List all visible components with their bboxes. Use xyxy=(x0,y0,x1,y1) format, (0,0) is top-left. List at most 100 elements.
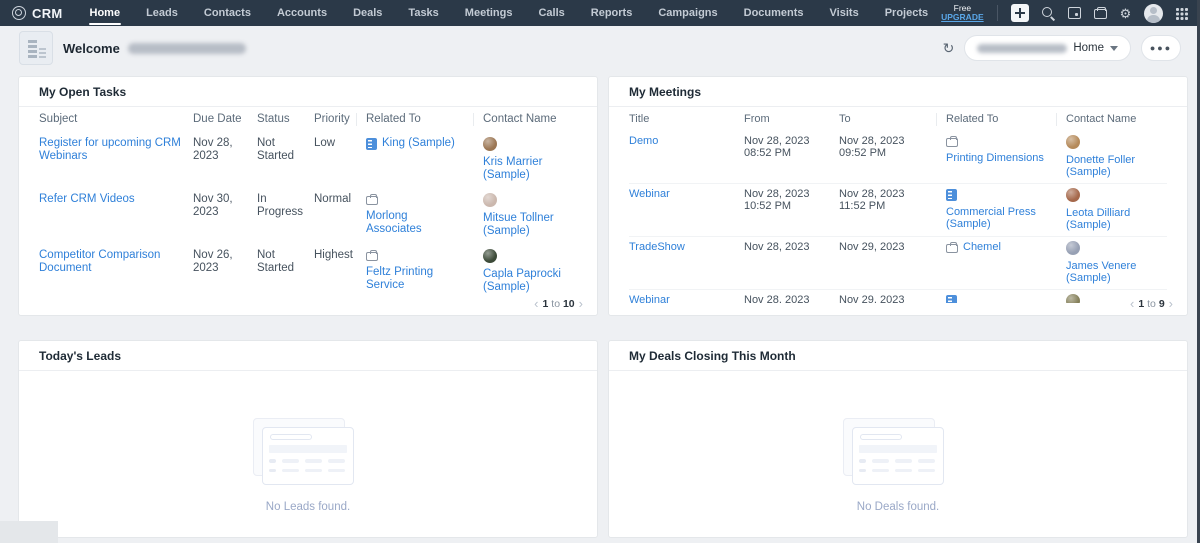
refresh-icon[interactable]: ↻ xyxy=(943,41,955,55)
record-link[interactable]: TradeShow xyxy=(629,241,685,253)
text-cell: Not Started xyxy=(257,248,295,274)
company-building-icon xyxy=(19,31,53,65)
next-page-icon[interactable]: › xyxy=(1169,297,1173,310)
empty-state-illustration xyxy=(253,418,354,485)
related-link[interactable]: King (Sample) xyxy=(382,137,455,150)
settings-gear-icon[interactable]: ⚙ xyxy=(1120,7,1132,20)
next-page-icon[interactable]: › xyxy=(579,297,583,310)
building-icon xyxy=(366,137,377,150)
text-cell: In Progress xyxy=(257,192,304,218)
contact-link[interactable]: Kris Marrier (Sample) xyxy=(483,156,567,182)
contact-avatar xyxy=(1066,240,1080,255)
related-to-cell: Feltz Printing Service xyxy=(356,249,473,292)
text-cell: Nov 28, 2023 08:52 PM xyxy=(744,134,810,160)
related-to-cell: King (Sample) xyxy=(356,137,473,150)
view-suffix: Home xyxy=(1073,42,1104,54)
text-cell: Normal xyxy=(314,192,352,205)
calendar-icon[interactable] xyxy=(1067,7,1081,19)
nav-item-calls[interactable]: Calls xyxy=(525,0,577,26)
nav-item-meetings[interactable]: Meetings xyxy=(452,0,526,26)
my-open-tasks-panel: My Open Tasks Subject Due Date Status Prior… xyxy=(18,76,598,316)
contact-cell: Kris Marrier (Sample) xyxy=(473,136,577,182)
prev-page-icon[interactable]: ‹ xyxy=(534,297,538,310)
panel-title: My Deals Closing This Month xyxy=(609,341,1187,371)
nav-item-campaigns[interactable]: Campaigns xyxy=(645,0,730,26)
brand-name: CRM xyxy=(32,5,63,21)
my-meetings-panel: My Meetings Title From To Related To Contact… xyxy=(608,76,1188,316)
text-cell: Nov 28, 2023 xyxy=(193,136,233,162)
related-link[interactable]: Morlong Associates xyxy=(366,210,463,236)
apps-grid-icon[interactable] xyxy=(1176,8,1187,19)
related-to-cell: Chemel xyxy=(936,241,1056,254)
column-header: Related To xyxy=(356,113,473,126)
table-row: Webinar Nov 28, 2023 10:52 PM Nov 28, 2023… xyxy=(629,184,1167,237)
column-header: Title xyxy=(629,113,650,125)
related-link[interactable]: Commercial Press (Sample) xyxy=(946,206,1046,231)
subject-cell: Competitor Comparison Document xyxy=(39,249,193,275)
text-cell: Nov 29, 2023 xyxy=(839,240,905,253)
prev-page-icon[interactable]: ‹ xyxy=(1130,297,1134,310)
contact-link[interactable]: Mitsue Tollner (Sample) xyxy=(483,212,567,238)
text-cell: Nov 28, 2023 xyxy=(744,240,810,253)
nav-item-home[interactable]: Home xyxy=(77,0,134,26)
open-tasks-table: Subject Due Date Status Priority Related To C… xyxy=(19,107,597,303)
briefcase-icon xyxy=(946,135,958,147)
nav-item-documents[interactable]: Documents xyxy=(731,0,817,26)
crm-dashboard: CRM Home Leads Contacts Accounts Deals Tasks M… xyxy=(0,0,1200,543)
my-deals-panel: My Deals Closing This Month No Deals fou… xyxy=(608,340,1188,538)
quick-create-button[interactable] xyxy=(1010,4,1029,22)
related-to-cell: Printing Dimensions xyxy=(936,135,1056,165)
dashboard-view-selector[interactable]: Home xyxy=(964,35,1131,61)
text-cell: Nov 29, 2023 12:52 AM xyxy=(839,293,905,304)
text-cell: Highest xyxy=(314,248,353,261)
subject-cell: Webinar xyxy=(629,294,744,304)
contact-avatar xyxy=(1066,134,1080,149)
subject-cell: Webinar xyxy=(629,188,744,201)
column-header: Priority xyxy=(314,113,350,125)
nav-item-contacts[interactable]: Contacts xyxy=(191,0,264,26)
related-link[interactable]: Printing Dimensions xyxy=(946,152,1044,165)
text-cell: Nov 28, 2023 09:52 PM xyxy=(839,134,905,160)
table-row: Refer CRM Videos Nov 30, 2023 In Progress N… xyxy=(39,187,577,243)
empty-message: No Deals found. xyxy=(856,501,940,513)
marketplace-icon[interactable] xyxy=(1093,7,1107,19)
record-link[interactable]: Competitor Comparison Document xyxy=(39,249,160,274)
column-header: Related To xyxy=(936,113,1056,126)
nav-item-reports[interactable]: Reports xyxy=(578,0,646,26)
briefcase-icon xyxy=(366,249,378,261)
record-link[interactable]: Register for upcoming CRM Webinars xyxy=(39,137,181,162)
contact-avatar xyxy=(1066,293,1080,303)
tasks-pagination: ‹ 1 to 10 › xyxy=(528,297,583,310)
contact-link[interactable]: Leota Dilliard (Sample) xyxy=(1066,207,1157,232)
contact-cell: James Venere (Sample) xyxy=(1056,240,1167,285)
related-link[interactable]: Feltz Printing Service xyxy=(366,266,463,292)
user-avatar[interactable] xyxy=(1144,3,1164,23)
subject-cell: TradeShow xyxy=(629,241,744,254)
contact-link[interactable]: James Venere (Sample) xyxy=(1066,260,1157,285)
search-icon[interactable] xyxy=(1041,6,1055,20)
record-link[interactable]: Refer CRM Videos xyxy=(39,193,135,205)
text-cell: Nov 28, 2023 10:52 PM xyxy=(744,187,810,213)
nav-item-deals[interactable]: Deals xyxy=(340,0,395,26)
contact-avatar xyxy=(1066,187,1080,202)
nav-item-tasks[interactable]: Tasks xyxy=(395,0,451,26)
nav-item-projects[interactable]: Projects xyxy=(872,0,941,26)
nav-item-visits[interactable]: Visits xyxy=(817,0,872,26)
contact-cell: Capla Paprocki (Sample) xyxy=(473,248,577,294)
table-row: Register for upcoming CRM Webinars Nov 28… xyxy=(39,131,577,187)
upgrade-link[interactable]: Free UPGRADE xyxy=(941,4,984,22)
record-link[interactable]: Webinar xyxy=(629,294,670,304)
contact-avatar xyxy=(483,136,497,151)
divider xyxy=(996,5,998,21)
record-link[interactable]: Demo xyxy=(629,135,658,147)
contact-link[interactable]: Donette Foller (Sample) xyxy=(1066,154,1157,179)
nav-item-accounts[interactable]: Accounts xyxy=(264,0,340,26)
record-link[interactable]: Webinar xyxy=(629,188,670,200)
more-options-button[interactable]: ●●● xyxy=(1141,35,1181,61)
empty-state-illustration xyxy=(843,418,944,485)
nav-item-leads[interactable]: Leads xyxy=(133,0,191,26)
related-link[interactable]: Chemel xyxy=(963,241,1001,254)
contact-link[interactable]: Capla Paprocki (Sample) xyxy=(483,268,567,294)
text-cell: Low xyxy=(314,136,336,149)
brand[interactable]: CRM xyxy=(0,6,77,21)
